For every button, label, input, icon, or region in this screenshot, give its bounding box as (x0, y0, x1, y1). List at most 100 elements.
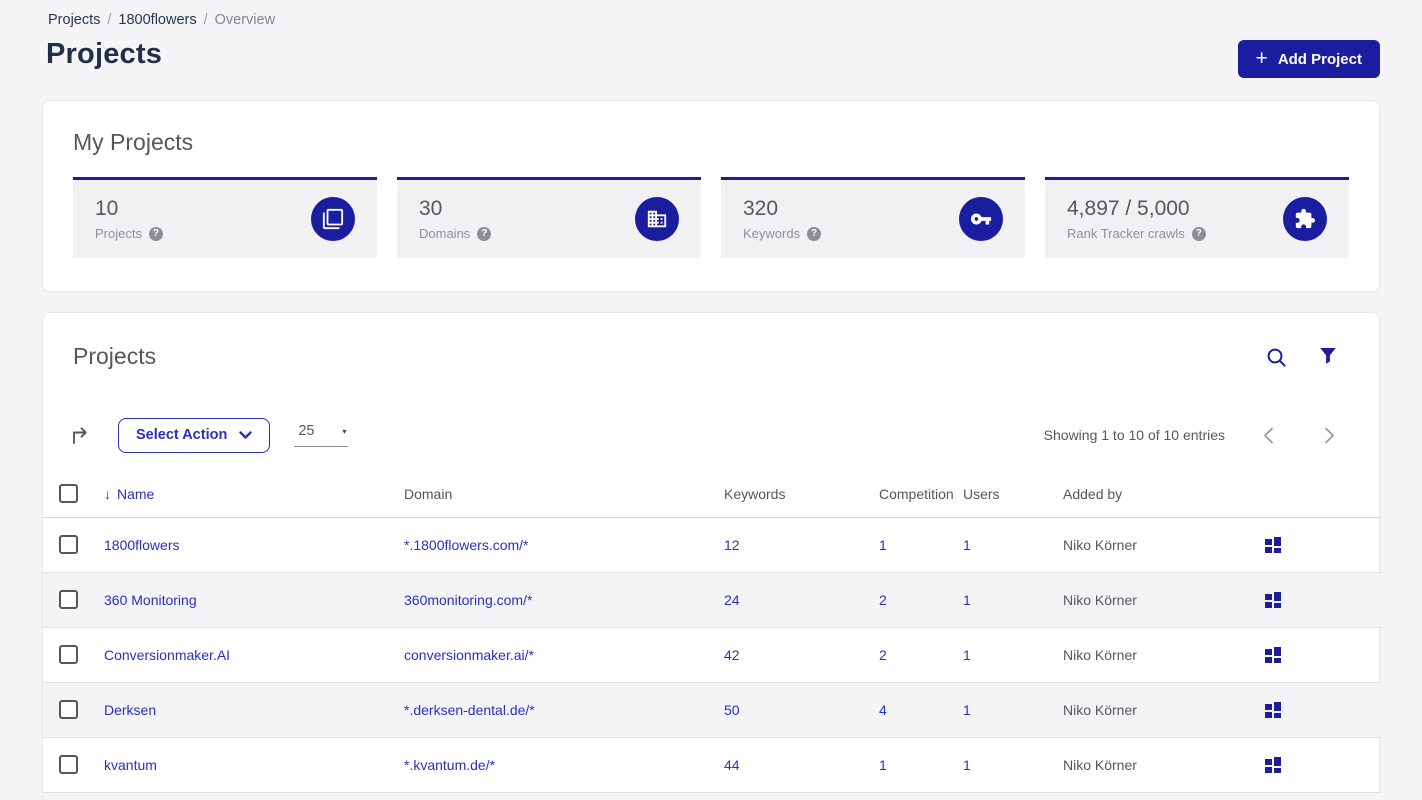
stat-label: Rank Tracker crawls (1067, 226, 1185, 241)
dashboard-icon[interactable] (1263, 700, 1283, 720)
keywords-count-link[interactable]: 42 (724, 647, 740, 663)
column-header-competition: Competition (879, 471, 963, 518)
table-header-row: ↓ Name Domain Keywords Competition Users … (43, 471, 1381, 518)
competition-count-link[interactable]: 1 (879, 537, 887, 553)
select-action-label: Select Action (136, 427, 228, 443)
sort-desc-icon: ↓ (104, 485, 111, 502)
prev-page-icon[interactable] (1255, 423, 1282, 448)
help-icon[interactable]: ? (477, 226, 492, 241)
stat-value: 4,897 / 5,000 (1067, 197, 1190, 220)
breadcrumb-projects[interactable]: Projects (48, 12, 100, 28)
table-row: Conversionmaker.AI conversionmaker.ai/* … (43, 627, 1381, 683)
help-icon[interactable]: ? (1191, 226, 1206, 241)
filter-icon[interactable] (1315, 343, 1341, 372)
page-size-value: 25 (298, 423, 315, 439)
competition-count-link[interactable]: 2 (879, 647, 887, 663)
breadcrumb-separator: / (203, 12, 208, 28)
page-size-select[interactable]: 25 ▾ (294, 423, 349, 447)
column-header-users: Users (963, 471, 1063, 518)
column-header-keywords: Keywords (724, 471, 879, 518)
competition-count-link[interactable]: 1 (879, 757, 887, 773)
pagination: Showing 1 to 10 of 10 entries (1044, 423, 1343, 448)
project-domain-link[interactable]: *.1800flowers.com/* (404, 537, 529, 553)
breadcrumb: Projects / 1800flowers / Overview (48, 12, 275, 28)
select-action-dropdown[interactable]: Select Action (118, 417, 271, 453)
stat-label: Projects (95, 226, 142, 241)
breadcrumb-1800flowers[interactable]: 1800flowers (118, 12, 196, 28)
select-all-checkbox[interactable] (59, 484, 78, 504)
showing-entries-text: Showing 1 to 10 of 10 entries (1043, 427, 1225, 443)
export-icon[interactable] (67, 422, 94, 449)
row-checkbox[interactable] (59, 700, 78, 719)
column-header-name[interactable]: ↓ Name (104, 486, 154, 502)
projects-copy-icon (311, 197, 355, 241)
project-name-link[interactable]: 1800flowers (104, 537, 180, 553)
added-by-text: Niko Körner (1063, 572, 1263, 628)
table-row: kvantum *.kvantum.de/* 44 1 1 Niko Körne… (43, 737, 1381, 793)
column-header-added-by: Added by (1063, 471, 1263, 518)
dashboard-icon[interactable] (1263, 535, 1283, 555)
page-title: Projects (46, 38, 163, 70)
project-name-link[interactable]: 360 Monitoring (104, 592, 197, 608)
table-controls: Select Action 25 ▾ Showing 1 to 10 of 10… (67, 417, 1343, 453)
project-domain-link[interactable]: *.kvantum.de/* (404, 757, 495, 773)
stat-value: 30 (419, 197, 443, 220)
domains-building-icon (635, 197, 679, 241)
add-project-button[interactable]: + Add Project (1237, 40, 1380, 78)
table-row: 1800flowers *.1800flowers.com/* 12 1 1 N… (43, 517, 1381, 573)
table-row: Derksen *.derksen-dental.de/* 50 4 1 Nik… (43, 682, 1381, 738)
crawls-puzzle-icon (1283, 197, 1327, 241)
search-icon[interactable] (1262, 343, 1291, 375)
my-projects-heading: My Projects (73, 129, 194, 155)
project-name-link[interactable]: Conversionmaker.AI (104, 647, 230, 663)
competition-count-link[interactable]: 4 (879, 702, 887, 718)
stat-label: Domains (419, 226, 471, 241)
row-checkbox[interactable] (59, 755, 78, 774)
users-count-link[interactable]: 1 (963, 592, 971, 608)
breadcrumb-separator: / (107, 12, 112, 28)
added-by-text: Niko Körner (1063, 627, 1263, 683)
keywords-count-link[interactable]: 44 (724, 757, 740, 773)
projects-card-heading: Projects (73, 343, 157, 369)
added-by-text: Niko Körner (1063, 517, 1263, 573)
stat-label: Keywords (743, 226, 801, 241)
table-row: 360 Monitoring 360monitoring.com/* 24 2 … (43, 572, 1381, 628)
projects-table: ↓ Name Domain Keywords Competition Users … (43, 471, 1381, 800)
caret-down-icon: ▾ (342, 426, 347, 436)
stat-tile-projects: 10 Projects ? (73, 177, 377, 258)
users-count-link[interactable]: 1 (963, 537, 971, 553)
stat-tile-crawls: 4,897 / 5,000 Rank Tracker crawls ? (1045, 177, 1349, 258)
keywords-key-icon (959, 197, 1003, 241)
keywords-count-link[interactable]: 24 (724, 592, 740, 608)
keywords-count-link[interactable]: 50 (724, 702, 740, 718)
dashboard-icon[interactable] (1263, 755, 1283, 775)
stat-tile-keywords: 320 Keywords ? (721, 177, 1025, 258)
keywords-count-link[interactable]: 12 (724, 537, 740, 553)
stat-value: 10 (95, 197, 119, 220)
stat-value: 320 (743, 197, 779, 220)
project-domain-link[interactable]: *.derksen-dental.de/* (404, 702, 535, 718)
my-projects-card: My Projects 10 Projects ? 30 Domains ? 3… (42, 100, 1380, 292)
row-checkbox[interactable] (59, 535, 78, 554)
dashboard-icon[interactable] (1263, 645, 1283, 665)
users-count-link[interactable]: 1 (963, 702, 971, 718)
project-domain-link[interactable]: conversionmaker.ai/* (404, 647, 534, 663)
chevron-down-icon (239, 430, 253, 439)
help-icon[interactable]: ? (807, 226, 822, 241)
competition-count-link[interactable]: 2 (879, 592, 887, 608)
users-count-link[interactable]: 1 (963, 757, 971, 773)
row-checkbox[interactable] (59, 590, 78, 609)
column-header-domain: Domain (404, 471, 724, 518)
add-project-label: Add Project (1277, 50, 1362, 68)
project-domain-link[interactable]: 360monitoring.com/* (404, 592, 532, 608)
added-by-text: Niko Körner (1063, 682, 1263, 738)
project-name-link[interactable]: kvantum (104, 757, 157, 773)
dashboard-icon[interactable] (1263, 590, 1283, 610)
users-count-link[interactable]: 1 (963, 647, 971, 663)
stats-tiles: 10 Projects ? 30 Domains ? 320 Keywords … (73, 177, 1349, 258)
project-name-link[interactable]: Derksen (104, 702, 156, 718)
help-icon[interactable]: ? (148, 226, 163, 241)
row-checkbox[interactable] (59, 645, 78, 664)
next-page-icon[interactable] (1316, 423, 1343, 448)
plus-icon: + (1255, 46, 1268, 70)
